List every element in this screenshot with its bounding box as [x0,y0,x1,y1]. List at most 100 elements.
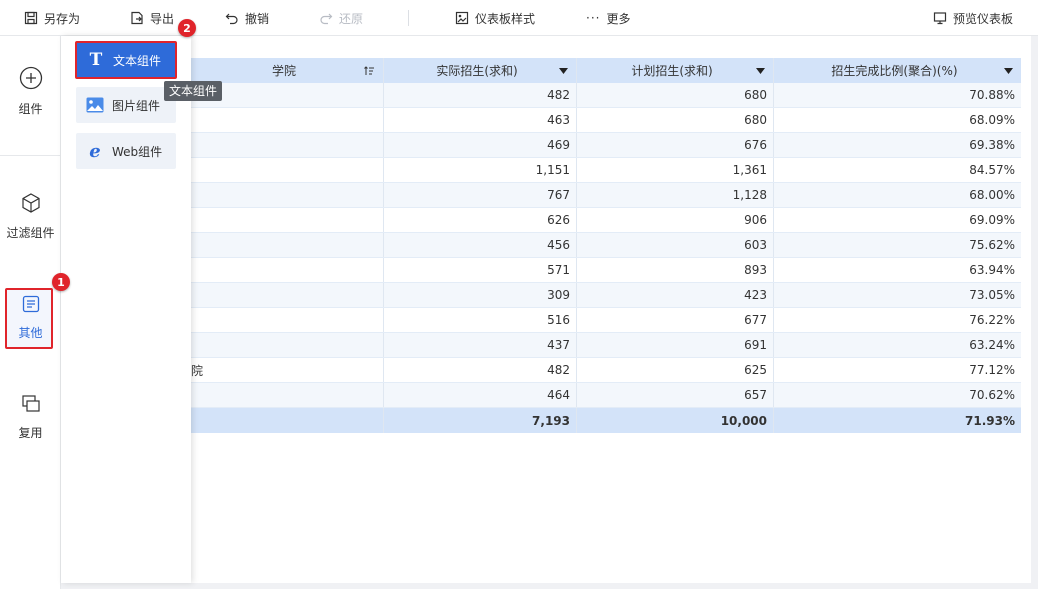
table-cell: 906 [577,208,774,232]
redo-button[interactable]: 还原 [319,0,363,36]
table-header-row: 学院 实际招生(求和) 计划招生(求和) 招生完成比例(聚合)(%) [191,58,1021,83]
header-college[interactable]: 学院 [191,58,384,83]
sidebar-divider [0,155,61,156]
sidebar-item-components[interactable]: 组件 [0,66,61,117]
table-cell: 68.09% [969,113,1015,127]
table-cell [191,258,384,282]
table-cell: 626 [384,208,577,232]
sidebar-item-other[interactable]: 其他 [0,294,61,341]
text-component-label: 文本组件 [113,53,162,68]
table-cell [191,233,384,257]
web-icon: e [89,140,101,162]
top-toolbar: 另存为 导出 撤销 还原 仪表板样式 ··· 更多 预览仪表板 [0,0,1038,36]
table-cell: 70.62% [969,388,1015,402]
total-cell: 7,193 [384,408,577,433]
table-total-row: 7,193 10,000 71.93% [191,408,1021,433]
header-completion-ratio[interactable]: 招生完成比例(聚合)(%) [774,58,1021,83]
sidebar-item-label: 过滤组件 [6,226,55,240]
copy-icon [21,395,40,412]
undo-icon [225,13,238,25]
table-cell: 657 [577,383,774,407]
table-row: 626 906 69.09% [191,208,1021,233]
export-label: 导出 [150,11,175,26]
sort-icon[interactable] [363,58,375,83]
table-row: 309 423 73.05% [191,283,1021,308]
data-table: 学院 实际招生(求和) 计划招生(求和) 招生完成比例(聚合)(%) 482 68… [191,58,1021,433]
table-cell [191,283,384,307]
header-label: 计划招生(求和) [631,64,713,78]
table-cell [191,183,384,207]
table-cell: 63.24% [969,338,1015,352]
preview-dashboard-button[interactable]: 预览仪表板 [933,0,1013,36]
save-as-label: 另存为 [44,11,81,26]
undo-label: 撤销 [245,11,270,26]
table-cell: 571 [384,258,577,282]
table-cell: 68.00% [969,188,1015,202]
sidebar-item-reuse[interactable]: 复用 [0,394,61,441]
dropdown-arrow-icon[interactable] [756,58,765,83]
table-cell: 69.09% [969,213,1015,227]
table-cell: 70.88% [969,88,1015,102]
cube-icon [21,193,40,213]
image-component-label: 图片组件 [112,98,161,113]
web-component-button[interactable]: e Web组件 [76,133,176,169]
dashboard-style-label: 仪表板样式 [475,11,536,26]
sidebar-item-label: 组件 [18,102,43,116]
table-cell: 423 [577,283,774,307]
table-row: 1,151 1,361 84.57% [191,158,1021,183]
table-cell: 603 [577,233,774,257]
undo-button[interactable]: 撤销 [225,0,269,36]
table-cell [191,108,384,132]
export-button[interactable]: 导出 [130,0,174,36]
table-cell: 63.94% [969,263,1015,277]
step-badge-2: 2 [178,19,196,37]
other-components-panel: T 文本组件 图片组件 e Web组件 [61,36,191,583]
dropdown-arrow-icon[interactable] [1004,58,1013,83]
dashboard-style-button[interactable]: 仪表板样式 [455,0,535,36]
header-planned-enrollment[interactable]: 计划招生(求和) [577,58,774,83]
table-row: 516 677 76.22% [191,308,1021,333]
redo-icon [320,13,333,25]
text-component-button[interactable]: T 文本组件 [75,41,177,79]
plus-circle-icon [19,66,42,90]
table-row: 437 691 63.24% [191,333,1021,358]
table-row: 463 680 68.09% [191,108,1021,133]
table-cell: 437 [384,333,577,357]
table-cell: 309 [384,283,577,307]
image-icon [86,97,104,113]
table-body: 482 680 70.88% 463 680 68.09% 469 676 69.38% 1,15… [191,83,1021,408]
sidebar-item-filter-components[interactable]: 过滤组件 [0,192,61,241]
table-cell: 464 [384,383,577,407]
dropdown-arrow-icon[interactable] [559,58,568,83]
table-cell [191,133,384,157]
header-label: 实际招生(求和) [436,64,518,78]
table-row: 767 1,128 68.00% [191,183,1021,208]
table-cell: 院 [191,358,384,382]
table-row: 469 676 69.38% [191,133,1021,158]
table-row: 456 603 75.62% [191,233,1021,258]
palette-icon [455,11,469,25]
table-cell [191,333,384,357]
table-cell: 893 [577,258,774,282]
table-cell [191,208,384,232]
preview-dashboard-label: 预览仪表板 [953,11,1014,26]
total-cell: 10,000 [577,408,774,433]
table-row: 571 893 63.94% [191,258,1021,283]
table-cell: 69.38% [969,138,1015,152]
header-actual-enrollment[interactable]: 实际招生(求和) [384,58,577,83]
table-row: 482 680 70.88% [191,83,1021,108]
table-cell: 677 [577,308,774,332]
table-cell: 84.57% [969,163,1015,177]
table-cell: 1,361 [577,158,774,182]
table-cell: 625 [577,358,774,382]
more-button[interactable]: ··· 更多 [586,0,630,36]
more-label: 更多 [606,11,631,26]
export-icon [131,11,143,25]
more-icon: ··· [586,11,601,25]
image-component-button[interactable]: 图片组件 [76,87,176,123]
save-icon [24,11,38,25]
save-as-button[interactable]: 另存为 [24,0,80,36]
table-cell: 1,151 [384,158,577,182]
text-component-tooltip: 文本组件 [164,81,223,101]
table-row: 院 482 625 77.12% [191,358,1021,383]
